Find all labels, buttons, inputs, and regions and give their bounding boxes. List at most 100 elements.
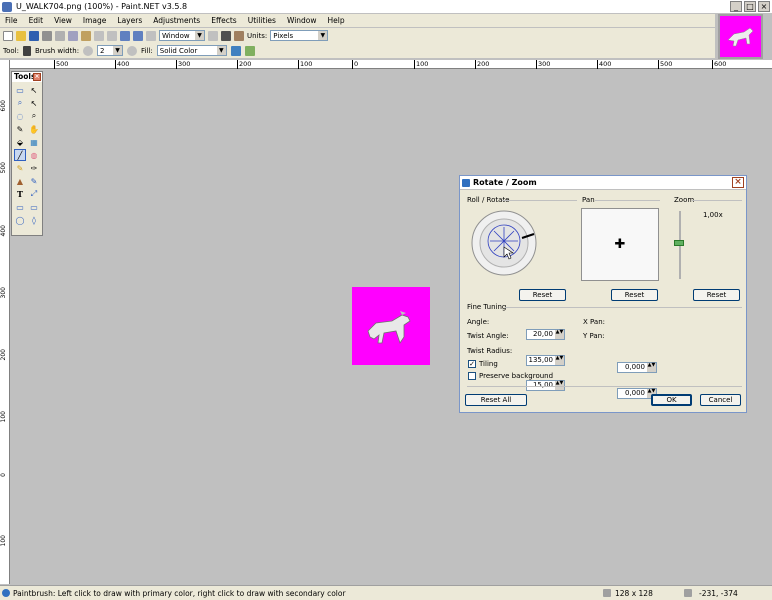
lasso-select-icon[interactable]: ⌕ <box>14 97 26 109</box>
twist-angle-input[interactable]: 135,00 ▲▼ <box>526 355 565 366</box>
rounded-rectangle-icon[interactable]: ▭ <box>28 201 40 213</box>
text-icon[interactable]: T <box>14 188 26 200</box>
move-selected-icon[interactable]: ↖ <box>28 84 40 96</box>
pan-icon[interactable]: ✋ <box>28 123 40 135</box>
clone-stamp-icon[interactable]: ▲ <box>14 175 26 187</box>
line-curve-icon[interactable]: ⤢ <box>28 188 40 200</box>
angle-label: Angle: <box>467 318 490 326</box>
ellipse-icon[interactable]: ◯ <box>14 214 26 226</box>
main-toolbar: Window ▼ Units: Pixels ▼ <box>0 28 715 43</box>
chevron-down-icon: ▼ <box>195 31 204 40</box>
reset-all-button[interactable]: Reset All <box>465 394 527 406</box>
magic-wand-icon[interactable]: ✎ <box>14 123 26 135</box>
freeform-shape-icon[interactable]: ◊ <box>28 214 40 226</box>
eraser-icon[interactable]: ◍ <box>28 149 40 161</box>
menu-window[interactable]: Window <box>282 16 323 25</box>
horse-sprite-icon <box>367 311 411 344</box>
close-icon[interactable]: × <box>33 73 41 81</box>
paintbrush-tool-icon[interactable]: ╱ <box>14 149 26 161</box>
image-thumbnail[interactable] <box>718 14 763 59</box>
x-pan-input[interactable]: 0,000 ▲▼ <box>617 362 657 373</box>
blend-mode-icon[interactable] <box>244 45 255 56</box>
tiling-checkbox[interactable]: ✓ <box>468 360 476 368</box>
menu-edit[interactable]: Edit <box>24 16 50 25</box>
print-icon[interactable] <box>42 30 52 41</box>
menu-view[interactable]: View <box>49 16 78 25</box>
preserve-background-label: Preserve background <box>479 372 554 380</box>
ellipse-select-icon[interactable]: ◌ <box>14 110 26 122</box>
grid-icon[interactable] <box>221 30 231 41</box>
divider <box>595 200 660 201</box>
menu-help[interactable]: Help <box>323 16 351 25</box>
minimize-button[interactable]: _ <box>730 1 742 12</box>
increase-icon[interactable] <box>127 45 138 56</box>
zoom-select-value: Window <box>162 31 190 40</box>
spinner-icon[interactable]: ▲▼ <box>647 363 656 372</box>
antialias-icon[interactable] <box>230 45 241 56</box>
cut-icon[interactable] <box>55 30 65 41</box>
spinner-icon[interactable]: ▲▼ <box>555 356 564 365</box>
menu-utilities[interactable]: Utilities <box>243 16 282 25</box>
brush-width-select[interactable]: 2 ▼ <box>97 45 124 56</box>
y-pan-label: Y Pan: <box>583 332 605 340</box>
ruler-label: 300 <box>175 60 191 69</box>
angle-input[interactable]: 20,00 ▲▼ <box>526 329 565 340</box>
paintbrush-icon[interactable] <box>22 45 31 56</box>
ruler-label: 0 <box>351 60 359 69</box>
dialog-close-button[interactable]: × <box>732 177 744 188</box>
roll-rotate-dial[interactable] <box>470 209 538 277</box>
decrease-icon[interactable] <box>83 45 94 56</box>
maximize-button[interactable]: □ <box>744 1 756 12</box>
menu-layers[interactable]: Layers <box>112 16 148 25</box>
preserve-background-checkbox[interactable] <box>468 372 476 380</box>
reset-rotate-button[interactable]: Reset <box>519 289 566 301</box>
pan-area[interactable]: ✚ <box>581 208 659 281</box>
menu-file[interactable]: File <box>0 16 24 25</box>
reset-pan-button[interactable]: Reset <box>611 289 658 301</box>
menu-effects[interactable]: Effects <box>206 16 243 25</box>
close-button[interactable]: × <box>758 1 770 12</box>
move-selection-icon[interactable]: ↖ <box>28 97 40 109</box>
crop-icon[interactable] <box>94 30 104 41</box>
image-canvas[interactable] <box>352 287 430 365</box>
redo-icon[interactable] <box>133 30 143 41</box>
cursor-position: -231, -374 <box>699 589 738 598</box>
units-select[interactable]: Pixels ▼ <box>270 30 329 41</box>
zoom-slider-thumb[interactable] <box>674 240 684 246</box>
fill-select[interactable]: Solid Color ▼ <box>156 45 227 56</box>
menu-adjustments[interactable]: Adjustments <box>148 16 206 25</box>
deselect-icon[interactable] <box>107 30 117 41</box>
divider <box>502 200 577 201</box>
spinner-icon[interactable]: ▲▼ <box>555 330 564 339</box>
gradient-icon[interactable]: ▦ <box>28 136 40 148</box>
open-icon[interactable] <box>16 30 26 41</box>
zoom-select[interactable]: Window ▼ <box>159 30 205 41</box>
recolor-icon[interactable]: ✎ <box>28 175 40 187</box>
rectangle-select-icon[interactable]: ▭ <box>14 84 26 96</box>
fine-tuning-label: Fine Tuning <box>467 303 507 311</box>
menu-image[interactable]: Image <box>78 16 113 25</box>
tiling-label: Tiling <box>479 360 498 368</box>
color-picker-icon[interactable]: ✑ <box>28 162 40 174</box>
ruler-label: 400 <box>114 60 130 69</box>
cancel-button[interactable]: Cancel <box>700 394 741 406</box>
paint-bucket-icon[interactable]: ⬙ <box>14 136 26 148</box>
save-icon[interactable] <box>29 30 39 41</box>
horizontal-ruler: 500 400 300 200 100 0 100 200 300 400 50… <box>10 60 772 69</box>
paste-icon[interactable] <box>81 30 91 41</box>
rectangle-icon[interactable]: ▭ <box>14 201 26 213</box>
copy-icon[interactable] <box>68 30 78 41</box>
ok-button[interactable]: OK <box>651 394 692 406</box>
status-bar: Paintbrush: Left click to draw with prim… <box>0 585 772 600</box>
new-icon[interactable] <box>3 30 13 41</box>
horse-icon <box>727 27 754 47</box>
pencil-icon[interactable]: ✎ <box>14 162 26 174</box>
vertical-ruler: 600 500 400 300 200 100 0 100 <box>0 60 10 584</box>
zoom-tool-icon[interactable]: ⌕ <box>28 110 40 122</box>
zoom-fit-icon[interactable] <box>208 30 218 41</box>
undo-icon[interactable] <box>120 30 130 41</box>
rulers-icon[interactable] <box>234 30 244 41</box>
zoom-icon[interactable] <box>146 30 156 41</box>
tools-panel-header: Tools × <box>12 72 42 82</box>
reset-zoom-button[interactable]: Reset <box>693 289 740 301</box>
